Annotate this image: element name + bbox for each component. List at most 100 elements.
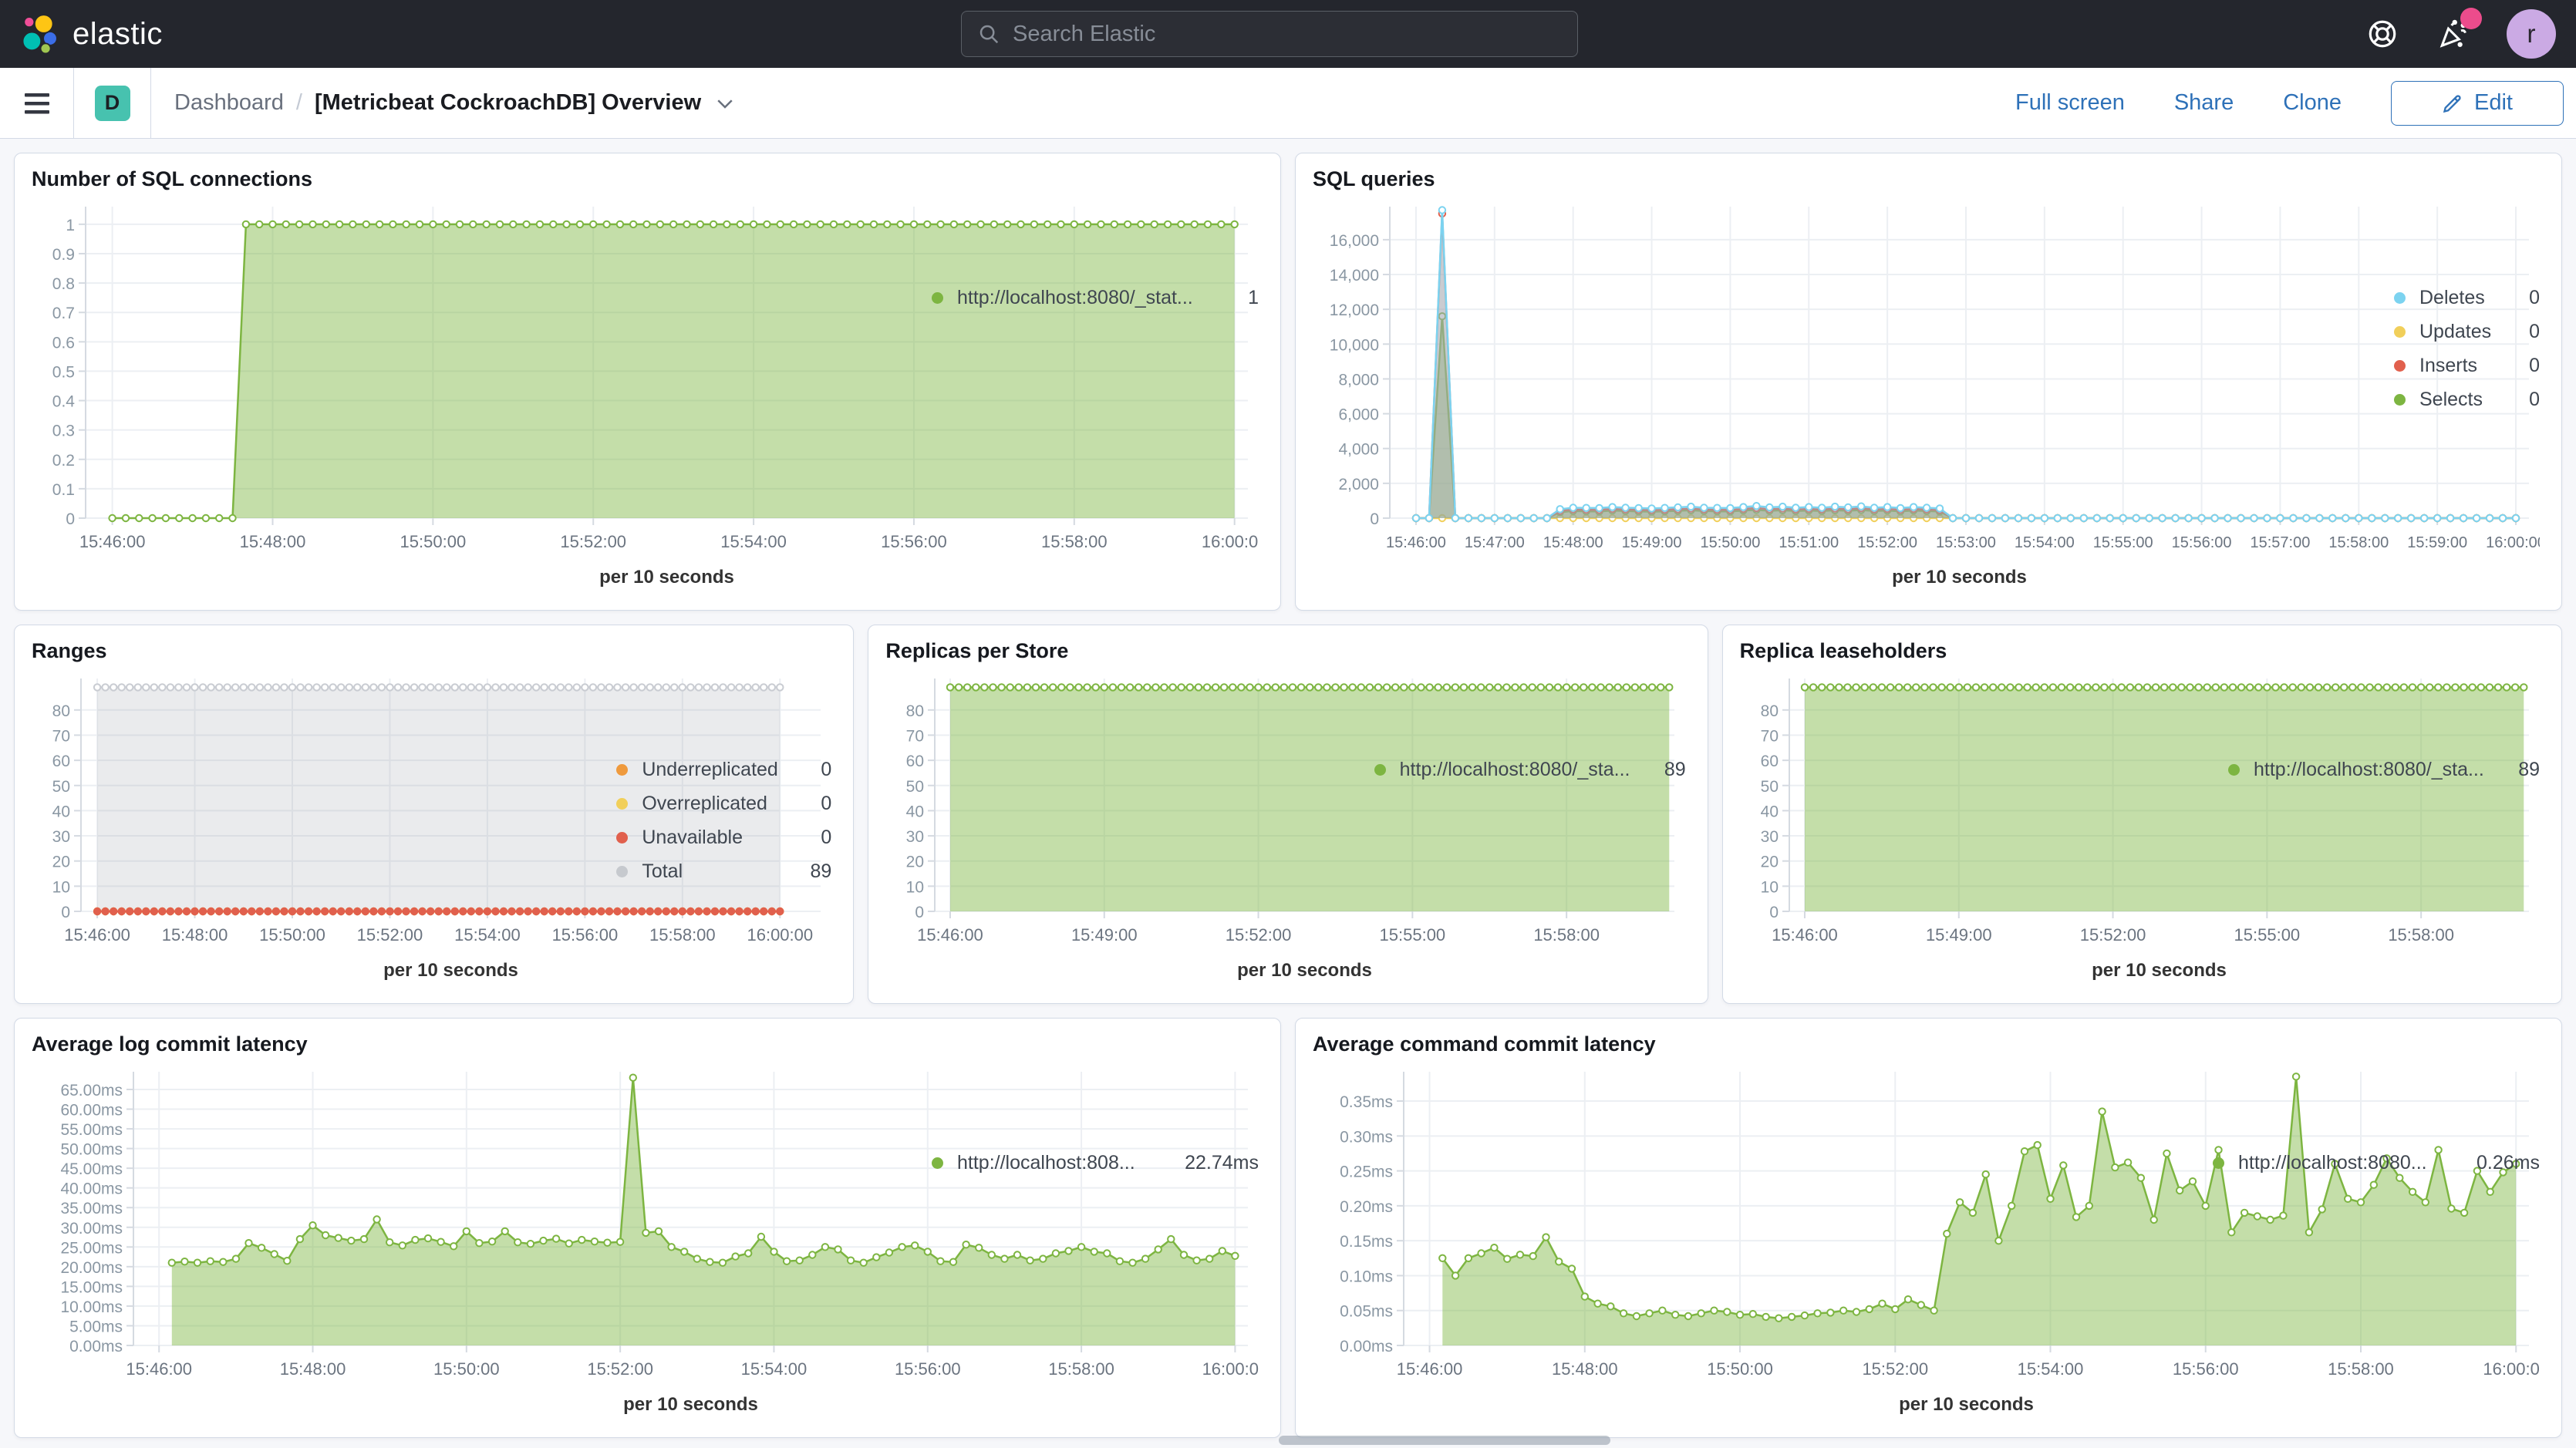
svg-text:0.9: 0.9 [52,246,75,264]
svg-text:15:55:00: 15:55:00 [2093,534,2153,551]
user-avatar[interactable]: r [2507,9,2556,59]
legend-item[interactable]: http://localhost:8080/_sta...89 [2228,753,2540,786]
svg-text:0.35ms: 0.35ms [1340,1093,1393,1111]
space-switcher: D [74,68,151,138]
svg-text:15:50:00: 15:50:00 [259,925,325,945]
legend-series-dot [616,764,628,776]
svg-text:0.7: 0.7 [52,305,75,322]
panel-title: Average command commit latency [1313,1032,2544,1056]
edit-button[interactable]: Edit [2391,81,2564,126]
svg-text:15:54:00: 15:54:00 [454,925,521,945]
svg-text:15:50:00: 15:50:00 [1707,1359,1773,1379]
edit-button-label: Edit [2474,90,2513,116]
legend-item[interactable]: http://localhost:8080...0.26ms [2213,1146,2540,1180]
life-ring-icon [2366,18,2399,50]
svg-text:15:49:00: 15:49:00 [1622,534,1682,551]
svg-text:15:52:00: 15:52:00 [1862,1359,1928,1379]
chart-avg-log-commit-latency[interactable]: 0.00ms5.00ms10.00ms15.00ms20.00ms25.00ms… [32,1059,932,1421]
svg-text:12,000: 12,000 [1330,301,1379,319]
legend-item[interactable]: Deletes0 [2394,281,2540,315]
panel-sql-connections: Number of SQL connections 00.10.20.30.40… [14,153,1281,611]
chart-sql-connections[interactable]: 00.10.20.30.40.50.60.70.80.9115:46:0015:… [32,194,932,594]
svg-text:15:53:00: 15:53:00 [1936,534,1996,551]
legend-item[interactable]: Underreplicated0 [616,753,831,786]
svg-text:0.15ms: 0.15ms [1340,1233,1393,1251]
legend-item[interactable]: Updates0 [2394,315,2540,349]
svg-text:15:57:00: 15:57:00 [2251,534,2311,551]
svg-text:40: 40 [1760,803,1778,820]
legend-series-dot [616,866,628,877]
svg-text:60: 60 [1760,753,1778,770]
svg-text:10: 10 [906,878,924,896]
clone-link[interactable]: Clone [2283,90,2342,116]
svg-text:14,000: 14,000 [1330,267,1379,285]
chevron-down-icon[interactable] [713,92,737,115]
legend-series-label: Overreplicated [642,793,767,815]
svg-text:0.1: 0.1 [52,481,75,499]
legend-item[interactable]: Overreplicated0 [616,786,831,820]
chart-replica-leaseholders[interactable]: 0102030405060708015:46:0015:49:0015:52:0… [1740,666,2228,987]
svg-text:10.00ms: 10.00ms [60,1298,123,1316]
svg-text:15:52:00: 15:52:00 [1857,534,1917,551]
svg-text:15:56:00: 15:56:00 [2172,534,2232,551]
menu-button[interactable] [0,68,74,138]
svg-text:0: 0 [61,904,70,921]
panel-avg-log-commit-latency: Average log commit latency 0.00ms5.00ms1… [14,1018,1281,1438]
legend-series-label: Inserts [2419,355,2477,377]
legend-item[interactable]: Selects0 [2394,382,2540,416]
svg-text:15:46:00: 15:46:00 [64,925,130,945]
chart-sql-queries[interactable]: 02,0004,0006,0008,00010,00012,00014,0001… [1313,194,2394,594]
svg-text:10: 10 [1760,878,1778,896]
legend-series-dot [1374,764,1386,776]
legend-series-value: 0.26ms [2458,1152,2540,1174]
chart-replicas-per-store[interactable]: 0102030405060708015:46:0015:49:0015:52:0… [885,666,1374,987]
legend-item[interactable]: http://localhost:8080/_stat...1 [932,281,1259,315]
svg-text:0: 0 [915,904,925,921]
search-input[interactable] [1013,22,1562,47]
legend-series-value: 0 [802,759,831,781]
svg-text:16,000: 16,000 [1330,232,1379,250]
svg-text:50: 50 [1760,778,1778,796]
svg-text:15:46:00: 15:46:00 [1386,534,1446,551]
svg-text:15:54:00: 15:54:00 [741,1359,808,1379]
svg-text:15:46:00: 15:46:00 [1397,1359,1463,1379]
svg-text:15:46:00: 15:46:00 [1772,925,1838,945]
legend-item[interactable]: http://localhost:808...22.74ms [932,1146,1259,1180]
svg-text:6,000: 6,000 [1338,406,1379,424]
elastic-logo[interactable]: elastic [20,14,163,54]
svg-text:20: 20 [906,854,924,871]
chart-avg-command-commit-latency[interactable]: 0.00ms0.05ms0.10ms0.15ms0.20ms0.25ms0.30… [1313,1059,2213,1421]
legend-item[interactable]: http://localhost:8080/_sta...89 [1374,753,1686,786]
legend-series-dot [616,832,628,844]
svg-text:0.25ms: 0.25ms [1340,1163,1393,1181]
svg-text:0.3: 0.3 [52,423,75,440]
legend-series-dot [2213,1157,2224,1169]
legend-avg-command-commit-latency: http://localhost:8080...0.26ms [2213,1059,2544,1421]
legend-series-label: http://localhost:8080/_sta... [1400,759,1630,781]
svg-text:35.00ms: 35.00ms [60,1200,123,1217]
global-search-box[interactable] [961,11,1578,57]
notification-dot [2460,8,2482,29]
chart-ranges[interactable]: 0102030405060708015:46:0015:48:0015:50:0… [32,666,616,987]
svg-text:20: 20 [1760,854,1778,871]
svg-text:40.00ms: 40.00ms [60,1180,123,1198]
news-button[interactable] [2436,17,2470,51]
breadcrumb-dashboard-link[interactable]: Dashboard [174,90,284,116]
share-link[interactable]: Share [2174,90,2234,116]
legend-item[interactable]: Inserts0 [2394,349,2540,382]
legend-series-value: 89 [792,860,832,883]
svg-text:15:51:00: 15:51:00 [1779,534,1839,551]
svg-text:15:50:00: 15:50:00 [400,532,467,551]
legend-item[interactable]: Total89 [616,854,831,888]
legend-item[interactable]: Unavailable0 [616,820,831,854]
space-badge[interactable]: D [95,86,130,121]
panel-replicas-per-store: Replicas per Store 0102030405060708015:4… [868,625,1708,1004]
svg-text:30: 30 [906,828,924,846]
legend-series-value: 89 [2500,759,2540,781]
svg-text:50.00ms: 50.00ms [60,1141,123,1159]
help-button[interactable] [2366,18,2399,50]
svg-text:50: 50 [52,778,70,796]
horizontal-scrollbar-thumb[interactable] [1279,1436,1610,1445]
svg-text:2,000: 2,000 [1338,476,1379,493]
full-screen-link[interactable]: Full screen [2015,90,2125,116]
